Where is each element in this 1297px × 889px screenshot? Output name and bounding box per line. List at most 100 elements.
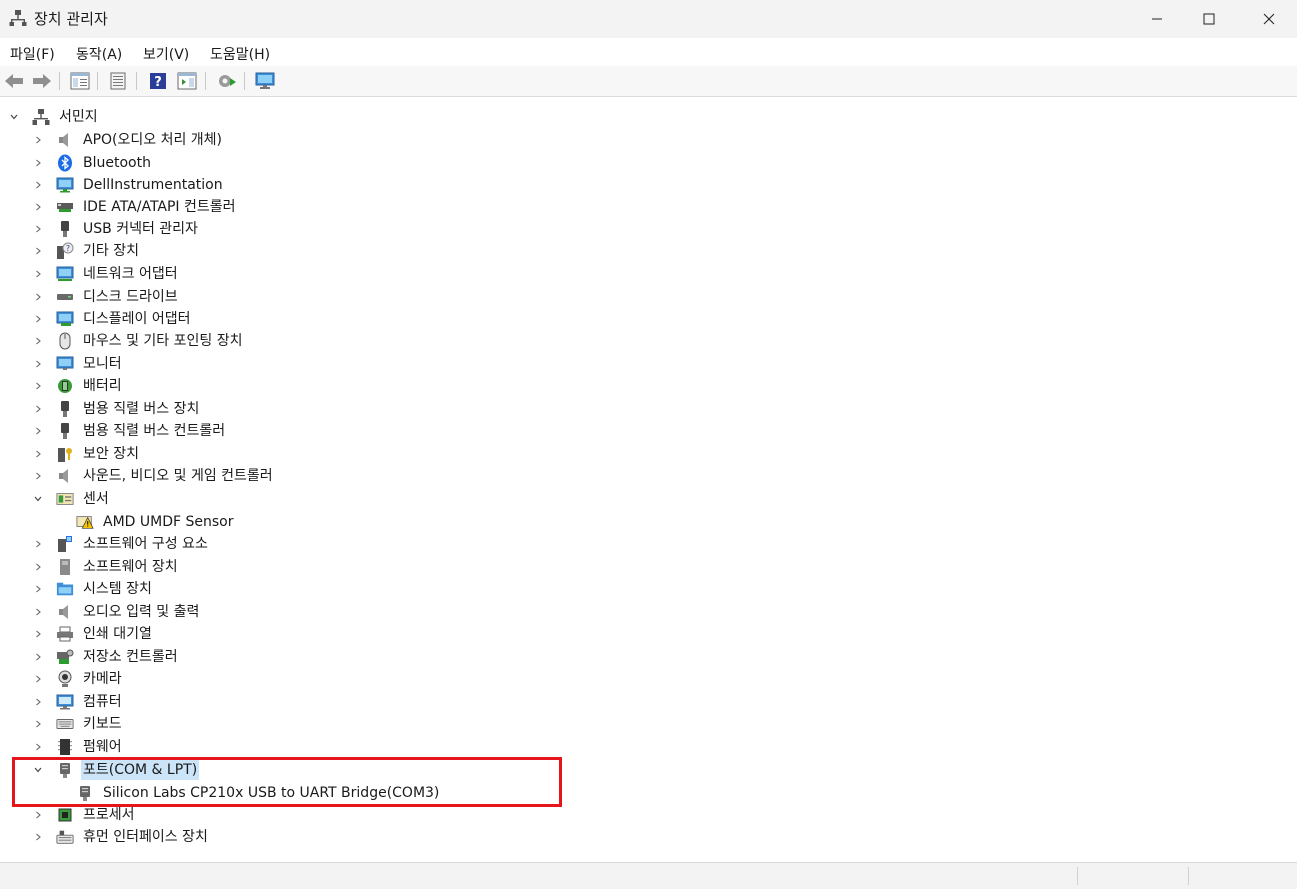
- back-arrow-icon: [5, 74, 23, 88]
- webcam-icon: [56, 670, 74, 688]
- tree-item-network-adapters[interactable]: 네트워크 어댑터: [32, 263, 180, 285]
- chevron-right-icon[interactable]: [32, 628, 44, 640]
- chevron-right-icon[interactable]: [32, 201, 44, 213]
- tree-item-label: 디스플레이 어댑터: [83, 311, 191, 327]
- chevron-right-icon[interactable]: [32, 809, 44, 821]
- tree-item-monitors[interactable]: 모니터: [32, 353, 124, 375]
- device-manager-icon: [32, 108, 50, 126]
- forward-button[interactable]: [31, 70, 53, 92]
- chevron-right-icon[interactable]: [32, 831, 44, 843]
- tree-item-firmware[interactable]: 펌웨어: [32, 736, 124, 758]
- tree-item-other-devices[interactable]: ? 기타 장치: [32, 240, 141, 262]
- menu-action[interactable]: 동작(A): [76, 44, 122, 64]
- highlight-annotation-box: [12, 757, 562, 807]
- tree-item-label: Bluetooth: [83, 155, 151, 171]
- tree-item-usb-devices[interactable]: 범용 직렬 버스 장치: [32, 398, 201, 420]
- tree-item-label: 디스크 드라이브: [83, 289, 178, 305]
- update-driver-button[interactable]: [216, 70, 238, 92]
- system-folder-icon: [56, 580, 74, 598]
- tree-item-audio-inputs-outputs[interactable]: 오디오 입력 및 출력: [32, 601, 201, 623]
- close-button[interactable]: [1244, 0, 1294, 38]
- chevron-right-icon[interactable]: [32, 403, 44, 415]
- tree-item-bluetooth[interactable]: Bluetooth: [32, 152, 153, 174]
- tree-item-sound-video-game[interactable]: 사운드, 비디오 및 게임 컨트롤러: [32, 465, 275, 487]
- chevron-right-icon[interactable]: [32, 425, 44, 437]
- tree-item-print-queues[interactable]: 인쇄 대기열: [32, 623, 154, 645]
- chevron-right-icon[interactable]: [32, 696, 44, 708]
- help-button[interactable]: ?: [147, 70, 169, 92]
- chevron-right-icon[interactable]: [32, 179, 44, 191]
- close-icon: [1263, 13, 1275, 25]
- chevron-right-icon[interactable]: [32, 134, 44, 146]
- tree-item-processors[interactable]: 프로세서: [32, 804, 137, 826]
- chevron-down-icon[interactable]: [8, 111, 20, 123]
- chevron-right-icon[interactable]: [32, 448, 44, 460]
- tree-item-usb-connector-manager[interactable]: USB 커넥터 관리자: [32, 218, 200, 240]
- scan-hardware-button[interactable]: [254, 70, 276, 92]
- tree-item-dellinstrumentation[interactable]: DellInstrumentation: [32, 174, 225, 196]
- properties-pane-icon: [70, 72, 90, 90]
- maximize-button[interactable]: [1184, 0, 1234, 38]
- menu-help[interactable]: 도움말(H): [210, 44, 270, 64]
- tree-item-usb-controllers[interactable]: 범용 직렬 버스 컨트롤러: [32, 420, 227, 442]
- chevron-right-icon[interactable]: [32, 157, 44, 169]
- view-list-icon: [110, 72, 126, 90]
- firmware-chip-icon: [56, 738, 74, 756]
- tree-item-label: 오디오 입력 및 출력: [83, 604, 200, 620]
- chevron-right-icon[interactable]: [32, 673, 44, 685]
- device-manager-icon: [9, 10, 27, 26]
- chevron-right-icon[interactable]: [32, 583, 44, 595]
- tree-root[interactable]: 서민지: [8, 106, 100, 128]
- menu-bar: 파일(F) 동작(A) 보기(V) 도움말(H): [0, 38, 1297, 66]
- chevron-right-icon[interactable]: [32, 718, 44, 730]
- chevron-right-icon[interactable]: [32, 470, 44, 482]
- tree-item-mice[interactable]: 마우스 및 기타 포인팅 장치: [32, 330, 244, 352]
- tree-item-batteries[interactable]: 배터리: [32, 375, 124, 397]
- tree-item-label: 사운드, 비디오 및 게임 컨트롤러: [83, 468, 273, 484]
- tree-item-label: 센서: [83, 491, 109, 507]
- minimize-button[interactable]: [1132, 0, 1182, 38]
- tree-item-software-devices[interactable]: 소프트웨어 장치: [32, 556, 180, 578]
- tree-item-sensors[interactable]: 센서: [32, 488, 111, 510]
- tree-item-disk-drives[interactable]: 디스크 드라이브: [32, 286, 180, 308]
- chevron-right-icon[interactable]: [32, 291, 44, 303]
- software-device-icon: [56, 558, 74, 576]
- tree-item-human-interface-devices[interactable]: 휴먼 인터페이스 장치: [32, 826, 210, 848]
- tree-item-software-components[interactable]: 소프트웨어 구성 요소: [32, 533, 210, 555]
- chevron-right-icon[interactable]: [32, 606, 44, 618]
- tree-item-amd-umdf-sensor[interactable]: AMD UMDF Sensor: [76, 511, 235, 533]
- back-button[interactable]: [3, 70, 25, 92]
- security-key-icon: [56, 445, 74, 463]
- show-hide-console-tree-button[interactable]: [69, 70, 91, 92]
- chevron-right-icon[interactable]: [32, 268, 44, 280]
- monitor-network-icon: [56, 176, 74, 194]
- chevron-right-icon[interactable]: [32, 245, 44, 257]
- tree-item-cameras[interactable]: 카메라: [32, 668, 124, 690]
- tree-item-apo[interactable]: APO(오디오 처리 개체): [32, 129, 224, 151]
- chevron-right-icon[interactable]: [32, 538, 44, 550]
- chevron-right-icon[interactable]: [32, 223, 44, 235]
- tree-item-storage-controllers[interactable]: 저장소 컨트롤러: [32, 646, 180, 668]
- tree-item-ide-ata[interactable]: IDE ATA/ATAPI 컨트롤러: [32, 196, 238, 218]
- processor-icon: [56, 806, 74, 824]
- menu-file[interactable]: 파일(F): [10, 44, 55, 64]
- tree-item-security-devices[interactable]: 보안 장치: [32, 443, 141, 465]
- chevron-right-icon[interactable]: [32, 313, 44, 325]
- speaker-icon: [56, 603, 74, 621]
- chevron-right-icon[interactable]: [32, 380, 44, 392]
- tree-item-computer[interactable]: 컴퓨터: [32, 691, 124, 713]
- tree-item-label: 펌웨어: [83, 739, 122, 755]
- chevron-right-icon[interactable]: [32, 561, 44, 573]
- view-button[interactable]: [107, 70, 129, 92]
- chevron-right-icon[interactable]: [32, 358, 44, 370]
- chevron-right-icon[interactable]: [32, 651, 44, 663]
- tree-item-keyboards[interactable]: 키보드: [32, 713, 124, 735]
- chevron-down-icon[interactable]: [32, 493, 44, 505]
- chevron-right-icon[interactable]: [32, 741, 44, 753]
- show-hide-action-pane-button[interactable]: [176, 70, 198, 92]
- tree-item-display-adapters[interactable]: 디스플레이 어댑터: [32, 308, 193, 330]
- chevron-right-icon[interactable]: [32, 335, 44, 347]
- usb-plug-icon: [56, 220, 74, 238]
- menu-view[interactable]: 보기(V): [143, 44, 189, 64]
- tree-item-system-devices[interactable]: 시스템 장치: [32, 578, 154, 600]
